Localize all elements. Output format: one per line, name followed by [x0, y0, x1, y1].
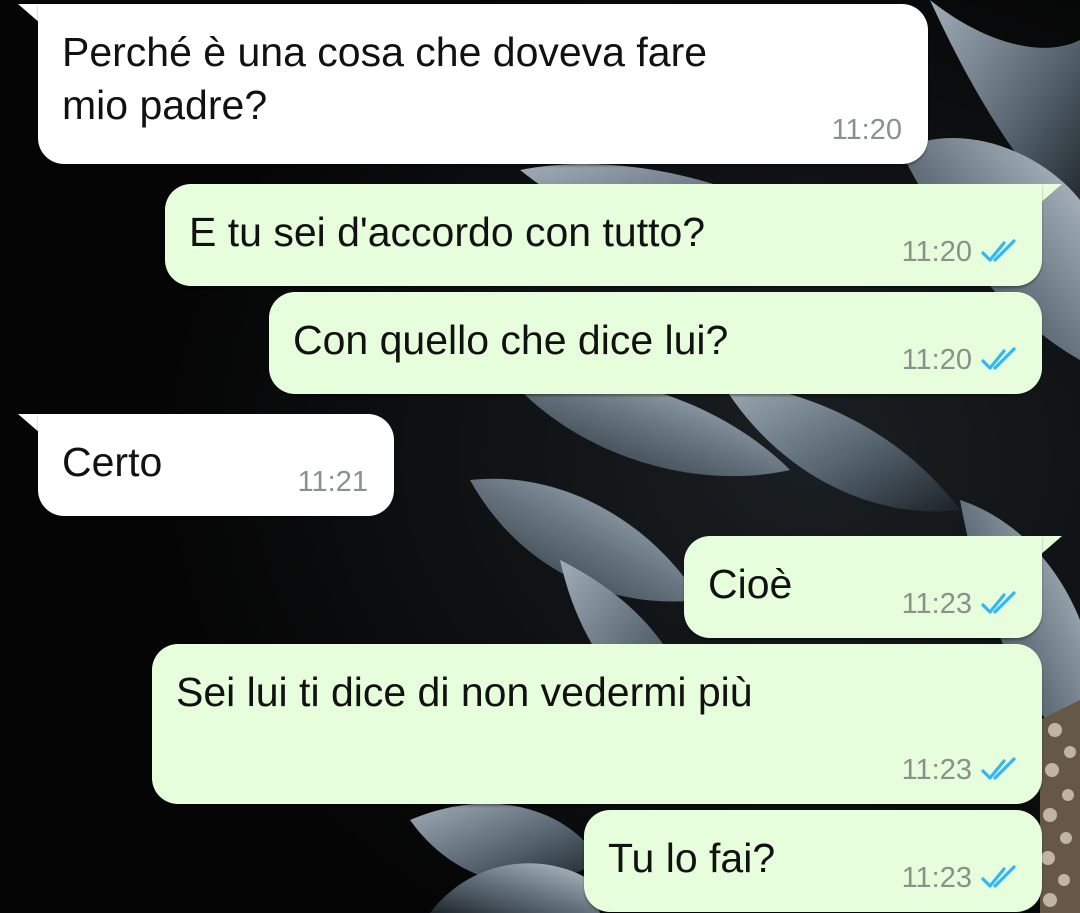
double-check-icon [981, 347, 1016, 370]
outgoing-message[interactable]: Con quello che dice lui? 11:20 [269, 292, 1042, 394]
message-meta: 11:23 [902, 862, 1020, 894]
message-text: Tu lo fai? [608, 835, 776, 881]
outgoing-message[interactable]: Sei lui ti dice di non vedermi più 11:23 [152, 644, 1042, 804]
double-check-icon [981, 239, 1016, 262]
message-text: Sei lui ti dice di non vedermi più [176, 669, 753, 715]
message-meta: 11:21 [298, 466, 368, 498]
message-meta: 11:23 [902, 754, 1020, 786]
message-text: Con quello che dice lui? [293, 317, 729, 363]
message-meta: 11:20 [832, 114, 902, 146]
message-time: 11:20 [901, 236, 972, 268]
outgoing-message[interactable]: Tu lo fai? 11:23 [584, 810, 1042, 912]
message-text: Certo [62, 439, 163, 485]
outgoing-message[interactable]: E tu sei d'accordo con tutto? 11:20 [165, 184, 1042, 286]
message-time: 11:23 [901, 588, 972, 620]
incoming-message[interactable]: Perché è una cosa che doveva fare mio pa… [38, 4, 928, 164]
message-text: E tu sei d'accordo con tutto? [189, 209, 706, 255]
message-meta: 11:23 [902, 588, 1020, 620]
message-time: 11:20 [901, 344, 972, 376]
message-meta: 11:20 [902, 344, 1020, 376]
double-check-icon [981, 591, 1016, 614]
chat-message-list[interactable]: Perché è una cosa che doveva fare mio pa… [0, 0, 1080, 913]
message-time: 11:21 [297, 466, 368, 498]
message-time: 11:23 [901, 754, 972, 786]
double-check-icon [981, 865, 1016, 888]
message-text: Perché è una cosa che doveva fare mio pa… [62, 29, 708, 128]
outgoing-message[interactable]: Cioè 11:23 [684, 536, 1042, 638]
incoming-message[interactable]: Certo 11:21 [38, 414, 394, 516]
message-time: 11:23 [901, 862, 972, 894]
message-meta: 11:20 [902, 236, 1020, 268]
message-time: 11:20 [831, 114, 902, 146]
double-check-icon [981, 757, 1016, 780]
message-text: Cioè [708, 561, 793, 607]
